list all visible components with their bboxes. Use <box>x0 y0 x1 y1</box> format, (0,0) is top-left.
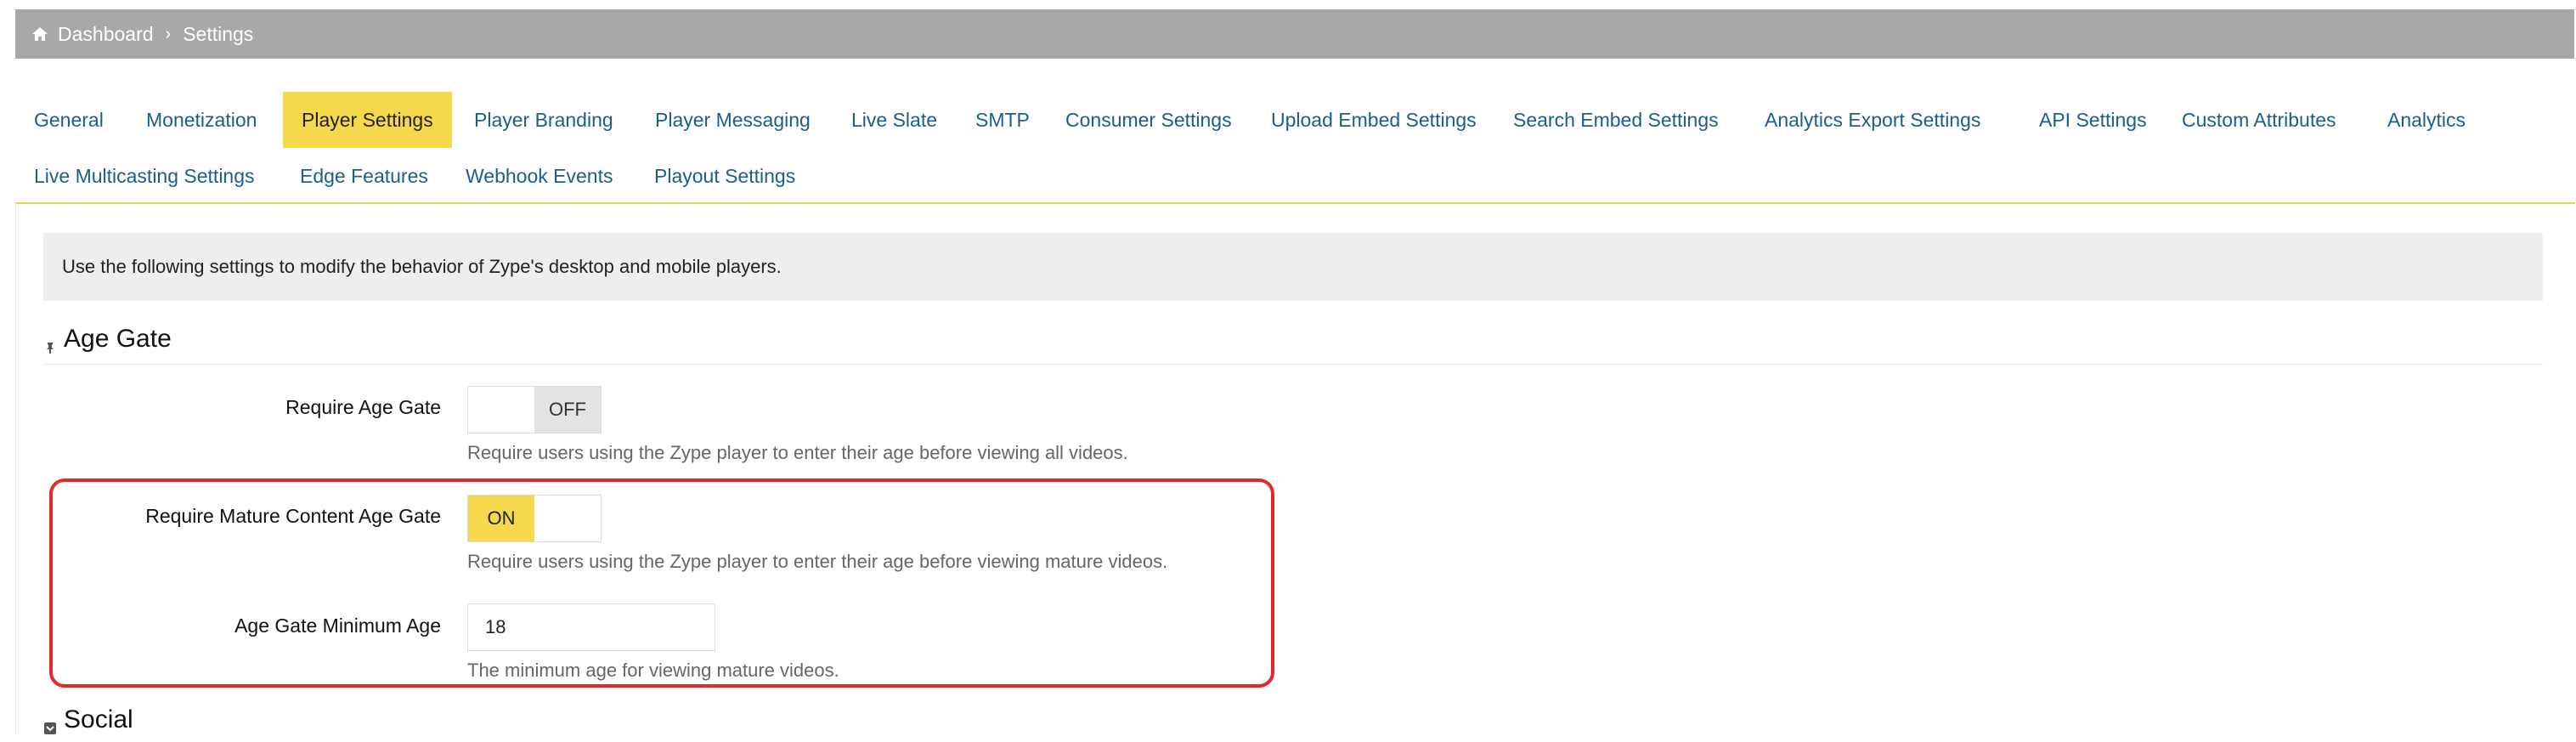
pin-icon <box>43 332 57 354</box>
info-banner: Use the following settings to modify the… <box>43 233 2543 301</box>
tab-webhook-events[interactable]: Webhook Events <box>447 148 631 204</box>
section-divider <box>43 364 2543 365</box>
section-social-title: Social <box>64 705 133 734</box>
section-age-gate-title: Age Gate <box>64 325 172 353</box>
tab-monetization[interactable]: Monetization <box>127 92 275 148</box>
tab-live-multicasting-settings[interactable]: Live Multicasting Settings <box>15 148 274 204</box>
tab-smtp[interactable]: SMTP <box>957 92 1048 148</box>
section-social-header[interactable]: Social <box>43 705 133 734</box>
tab-playout-settings[interactable]: Playout Settings <box>636 148 814 204</box>
tab-analytics-export-settings[interactable]: Analytics Export Settings <box>1746 92 1999 148</box>
section-age-gate-header[interactable]: Age Gate <box>43 325 172 354</box>
highlight-box <box>49 479 1274 688</box>
tab-general[interactable]: General <box>15 92 122 148</box>
tab-api-settings[interactable]: API Settings <box>2020 92 2166 148</box>
tab-live-slate[interactable]: Live Slate <box>833 92 956 148</box>
toggle-blank <box>468 387 534 433</box>
require-age-gate-label: Require Age Gate <box>285 396 441 418</box>
require-age-gate-toggle[interactable]: OFF <box>467 386 602 433</box>
breadcrumb-dashboard-link[interactable]: Dashboard <box>58 23 154 46</box>
home-icon[interactable] <box>31 25 49 43</box>
require-age-gate-help: Require users using the Zype player to e… <box>467 442 1128 463</box>
tab-analytics[interactable]: Analytics <box>2369 92 2484 148</box>
tab-player-settings[interactable]: Player Settings <box>283 92 452 148</box>
breadcrumb: Dashboard › Settings <box>15 9 2574 59</box>
tab-search-embed-settings[interactable]: Search Embed Settings <box>1494 92 1737 148</box>
toggle-state: OFF <box>534 387 601 433</box>
tab-consumer-settings[interactable]: Consumer Settings <box>1047 92 1251 148</box>
tab-player-branding[interactable]: Player Branding <box>455 92 632 148</box>
tab-custom-attributes[interactable]: Custom Attributes <box>2163 92 2355 148</box>
breadcrumb-separator: › <box>165 24 172 43</box>
tab-edge-features[interactable]: Edge Features <box>281 148 447 204</box>
tab-player-messaging[interactable]: Player Messaging <box>636 92 829 148</box>
tab-upload-embed-settings[interactable]: Upload Embed Settings <box>1252 92 1495 148</box>
social-square-icon <box>43 713 57 734</box>
breadcrumb-current: Settings <box>183 22 254 45</box>
